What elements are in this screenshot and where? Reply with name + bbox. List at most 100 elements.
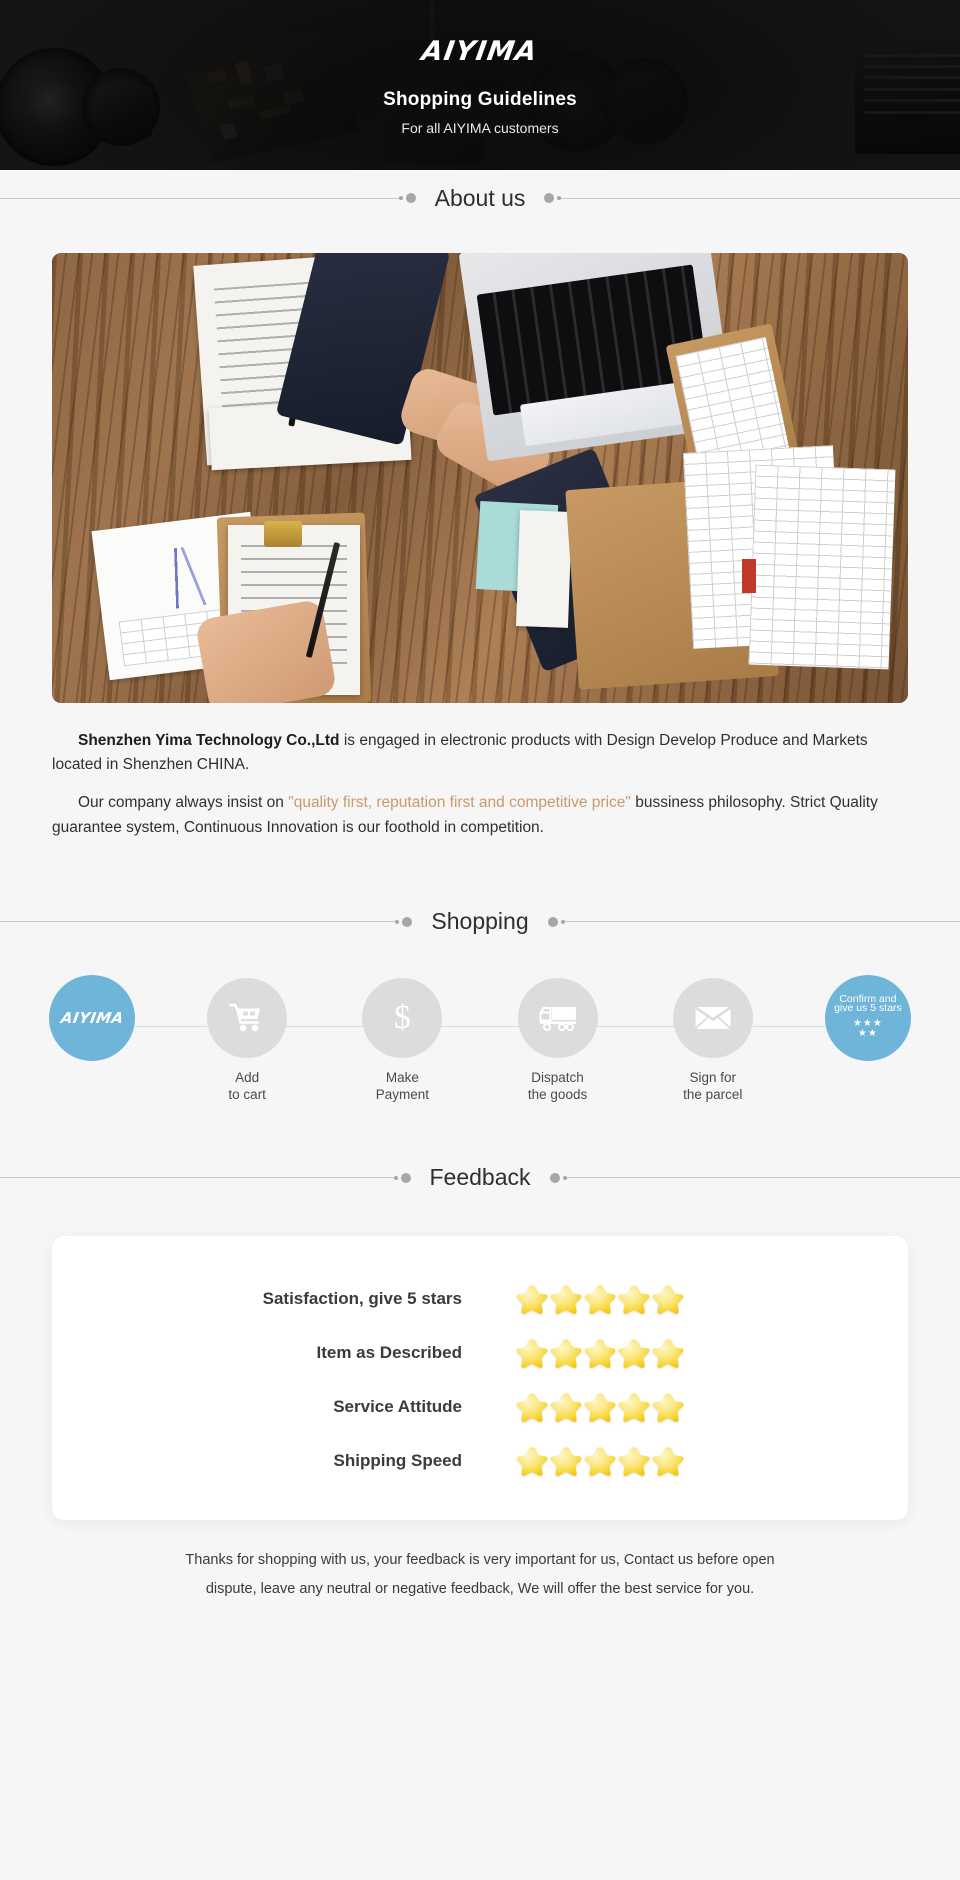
quality-quote: "quality first, reputation first and com… [288,794,631,812]
gold-star-icon [584,1339,616,1368]
step-confirm-five-stars: Confirm and give us 5 stars ★★★ ★★ [820,974,916,1104]
about-paragraph-1: Shenzhen Yima Technology Co.,Ltd is enga… [52,729,908,777]
step-circle-cart [207,977,288,1058]
section-title-feedback: Feedback [429,1164,531,1191]
thanks-line-2: dispute, leave any neutral or negative f… [205,1580,755,1597]
step-circle-confirm: Confirm and give us 5 stars ★★★ ★★ [824,974,911,1061]
shopping-guidelines-page: AIYIMA Shopping Guidelines For all AIYIM… [0,0,960,1880]
aiyima-logo-icon: AIYIMA [59,1008,125,1027]
step-circle-payment: $ [362,977,443,1058]
decorative-dot-large [405,193,416,203]
decorative-dot-small [395,919,400,924]
page-title: Shopping Guidelines [383,89,577,110]
gold-star-icon [618,1285,650,1314]
step-label-cart: Add to cart [228,1069,266,1104]
section-header-about: About us [0,170,960,226]
feedback-label: Shipping Speed [333,1450,462,1470]
about-paragraph-2: Our company always insist on "quality fi… [52,791,908,839]
step-label-line2: Payment [375,1087,430,1103]
decorative-dot-small [398,196,403,200]
gold-star-icon [550,1285,582,1314]
feedback-row: Shipping Speed [52,1434,908,1488]
section-header-feedback: Feedback [0,1150,960,1206]
gold-star-icon [516,1285,548,1314]
feedback-row: Satisfaction, give 5 stars [52,1272,908,1326]
gold-star-icon [516,1339,548,1368]
decorative-dot-large [402,916,413,927]
confirm-text-line2: give us 5 stars [834,1002,902,1015]
feedback-label: Satisfaction, give 5 stars [262,1288,462,1308]
gold-star-icon [652,1285,684,1314]
step-label-line2: the parcel [683,1087,743,1103]
section-title-shopping: Shopping [431,908,529,935]
step-aiyima: AIYIMA [44,974,140,1104]
brand-logo: AIYIMA [419,36,541,67]
step-sign-parcel: Sign for the parcel [665,977,761,1104]
divider-line-left [0,921,396,923]
feedback-stars[interactable] [462,1391,684,1423]
about-paragraph-2-pre: Our company always insist on [78,794,289,812]
gold-star-icon [550,1393,582,1422]
divider-line-right [564,921,960,923]
divider-line-left [0,1177,394,1179]
decorative-dot-large [549,1172,560,1183]
hero-content: AIYIMA Shopping Guidelines For all AIYIM… [0,0,960,136]
section-header-shopping: Shopping [0,894,960,950]
step-add-to-cart: Add to cart [199,977,295,1104]
note-page [515,510,573,628]
gold-star-icon [550,1447,582,1476]
feedback-stars[interactable] [462,1337,684,1369]
feedback-row: Item as Described [52,1326,908,1380]
clip-metal [264,521,302,547]
divider-line-right [566,1177,960,1179]
decorative-dot-small [393,1175,398,1180]
decorative-dot-large [400,1172,411,1183]
envelope-icon [694,1006,731,1029]
divider-line-right [561,197,960,199]
gold-star-icon [550,1339,582,1368]
confirm-content: Confirm and give us 5 stars ★★★ ★★ [829,993,907,1040]
section-title-about: About us [434,184,526,211]
gold-star-icon [516,1447,548,1476]
gold-star-icon [584,1393,616,1422]
feedback-stars[interactable] [462,1445,684,1477]
about-description: Shenzhen Yima Technology Co.,Ltd is enga… [52,729,908,840]
five-star-icon: ★★★ ★★ [829,1018,907,1040]
feedback-row: Service Attitude [52,1380,908,1434]
shopping-process-steps: AIYIMA Add to cart $ Make Payment Dispat… [0,974,960,1108]
gold-star-icon [652,1393,684,1422]
step-make-payment: $ Make Payment [354,977,450,1104]
decorative-dot-large [547,916,558,927]
step-circle-truck [517,977,598,1058]
spreadsheet-page [748,464,896,670]
page-subtitle: For all AIYIMA customers [401,120,559,136]
gold-star-icon [584,1447,616,1476]
feedback-stars[interactable] [462,1283,684,1315]
step-label-sign: Sign for the parcel [683,1069,742,1104]
gold-star-icon [584,1285,616,1314]
gold-star-icon [652,1339,684,1368]
thanks-line-1: Thanks for shopping with us, your feedba… [185,1551,775,1568]
red-tab-marker [742,559,756,593]
gold-star-icon [516,1393,548,1422]
feedback-rating-card: Satisfaction, give 5 stars Item as Descr… [52,1235,908,1520]
step-label-line1: Add [235,1069,260,1085]
step-label-payment: Make Payment [376,1069,429,1104]
step-label-line1: Sign for [689,1069,736,1085]
step-label-line1: Make [385,1069,419,1085]
step-label-dispatch: Dispatch the goods [528,1069,587,1104]
company-name: Shenzhen Yima Technology Co.,Ltd [78,732,340,749]
thanks-message: Thanks for shopping with us, your feedba… [85,1546,875,1604]
about-handshake-photo [52,253,908,703]
divider-line-left [0,197,399,199]
gold-star-icon [618,1393,650,1422]
step-label-line2: to cart [228,1087,266,1103]
dollar-icon: $ [393,998,411,1036]
step-circle-envelope [672,977,753,1058]
step-dispatch-goods: Dispatch the goods [510,977,606,1104]
shopping-cart-icon [229,1003,261,1031]
step-circle-aiyima: AIYIMA [49,974,135,1061]
mini-stars-row2: ★★ [857,1028,878,1040]
gold-star-icon [618,1339,650,1368]
step-label-line2: the goods [527,1087,588,1103]
